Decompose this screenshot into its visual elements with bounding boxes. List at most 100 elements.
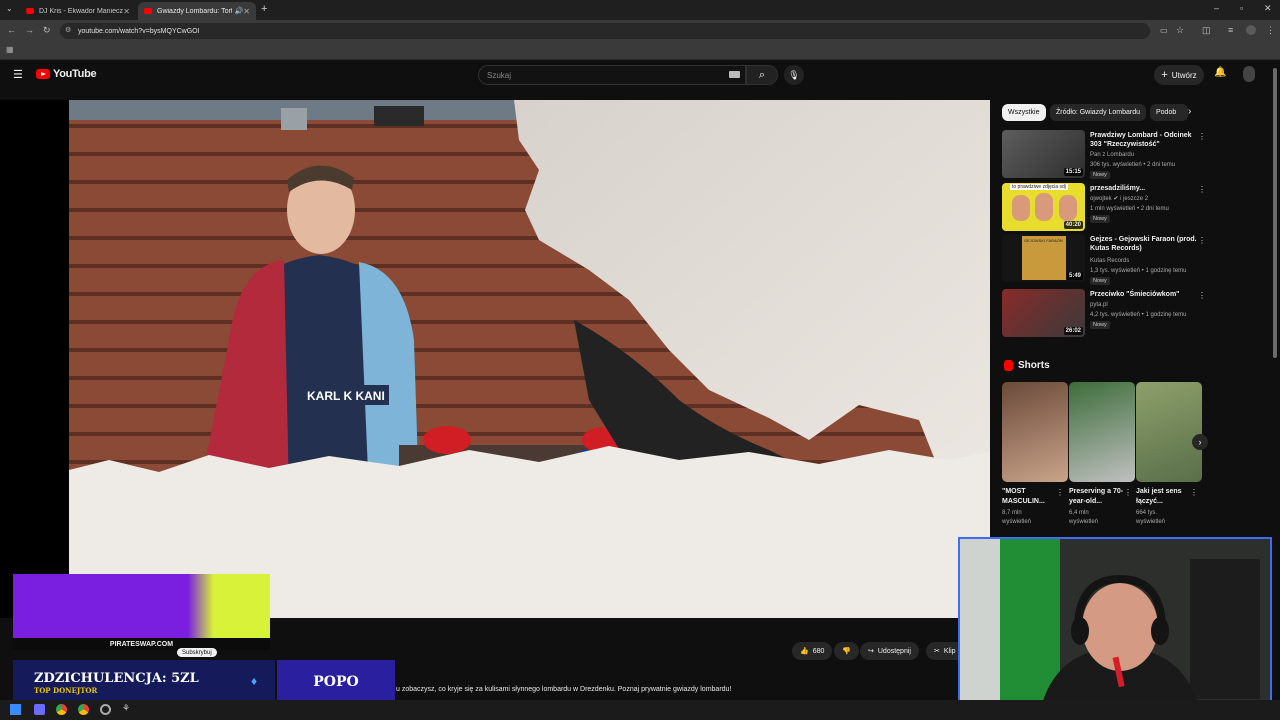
video-player[interactable]: KARL K KANI (0, 100, 990, 618)
obs-icon[interactable] (100, 704, 111, 715)
short-item[interactable]: Jaki jest sens łączyć... 664 tys. wyświe… (1136, 382, 1202, 527)
video-thumbnail[interactable]: 15:15 (1002, 130, 1085, 178)
video-thumbnail[interactable]: GEJOWSKI FARAON 5:49 (1002, 234, 1085, 282)
more-options-icon[interactable]: ⋮ (1056, 488, 1064, 497)
more-options-icon[interactable]: ⋮ (1198, 185, 1206, 194)
more-options-icon[interactable]: ⋮ (1198, 132, 1206, 141)
more-options-icon[interactable]: ⋮ (1198, 236, 1206, 245)
app-icon[interactable]: ⚘ (122, 703, 130, 714)
back-icon[interactable]: ← (7, 25, 16, 35)
tab-gwiazdy-lombardu[interactable]: Gwiazdy Lombardu: Tortili 🔊 ✕ (138, 2, 256, 20)
app-icon[interactable] (34, 704, 45, 715)
short-views-label: wyświetleń (1069, 519, 1099, 525)
logo-text: YouTube (53, 68, 97, 80)
scrollbar[interactable] (1272, 62, 1278, 682)
close-icon[interactable]: ✕ (243, 7, 250, 16)
channel-name[interactable]: Pan z Lombardu (1090, 151, 1202, 159)
more-options-icon[interactable]: ⋮ (1124, 488, 1132, 497)
short-views-label: wyświetleń (1136, 519, 1166, 525)
duration-badge: 40:20 (1063, 221, 1083, 229)
reload-icon[interactable]: ↻ (43, 25, 51, 36)
channel-extra: i jeszcze 2 (1120, 196, 1149, 202)
recommendation-title[interactable]: Gejzes - Gejowski Faraon (prod. Kutas Re… (1090, 235, 1198, 253)
shorts-next-button[interactable]: › (1192, 434, 1208, 450)
shorts-title: Shorts (1018, 360, 1050, 371)
keyboard-icon[interactable] (729, 71, 740, 78)
chip-similar[interactable]: Podob (1150, 104, 1188, 121)
short-item[interactable]: Preserving a 70-year-old... 6,4 mln wyśw… (1069, 382, 1135, 527)
verified-icon: ✔ (1113, 196, 1119, 202)
new-tab-button[interactable]: + (261, 3, 267, 15)
account-avatar[interactable] (1243, 66, 1255, 82)
notifications-bell-icon[interactable]: 🔔 (1214, 67, 1226, 78)
chip-source[interactable]: Źródło: Gwiazdy Lombardu (1050, 104, 1147, 121)
site-info-icon[interactable]: ⚙ (65, 26, 71, 34)
recommendation-title[interactable]: Prawdziwy Lombard - Odcinek 303 "Rzeczyw… (1090, 131, 1198, 149)
promo-overlay: PIRATESWAP.COM Subskrybuj (13, 574, 270, 657)
apps-grid-icon[interactable]: ▦ (6, 45, 14, 54)
recommendation-item[interactable]: 15:15 Prawdziwy Lombard - Odcinek 303 "R… (1002, 130, 1208, 180)
chrome-icon[interactable] (56, 704, 67, 715)
recommendation-item[interactable]: GEJOWSKI FARAON 5:49 Gejzes - Gejowski F… (1002, 234, 1208, 285)
bookmark-star-icon[interactable]: ☆ (1176, 25, 1184, 36)
search-button[interactable]: ⌕ (746, 65, 778, 85)
tab-list-icon[interactable]: ⌄ (6, 4, 13, 13)
short-title[interactable]: "MOST MASCULIN... (1002, 487, 1060, 507)
more-options-icon[interactable]: ⋮ (1190, 488, 1198, 497)
video-frame[interactable]: KARL K KANI (69, 100, 990, 618)
search-input[interactable]: Szukaj (478, 65, 746, 85)
extensions-icon[interactable]: ◫ (1202, 25, 1211, 36)
chrome-icon[interactable] (78, 704, 89, 715)
short-views-label: wyświetleń (1002, 519, 1032, 525)
microphone-icon: 🎙 (788, 69, 800, 80)
short-thumbnail[interactable] (1136, 382, 1202, 482)
short-views: 8,7 mln (1002, 510, 1022, 516)
video-description-snippet[interactable]: u zobaczysz, co kryje się za kulisami sł… (396, 686, 731, 693)
url-field[interactable]: ⚙ youtube.com/watch?v=bysMQYCwGOI ▭ ☆ (60, 23, 1184, 39)
tab-title: DJ Kris - Ekwador Manieczki | R (39, 7, 123, 15)
channel-name[interactable]: pyta.pl (1090, 301, 1202, 309)
more-options-icon[interactable]: ⋮ (1198, 291, 1206, 300)
video-thumbnail[interactable]: to prawdziwe zdjęcia sdj 40:20 (1002, 183, 1085, 231)
dislike-button[interactable]: 👎 (834, 642, 859, 660)
chevron-right-icon[interactable]: › (1188, 106, 1191, 117)
short-item[interactable]: "MOST MASCULIN... 8,7 mln wyświetleń (1002, 382, 1068, 527)
short-thumbnail[interactable] (1069, 382, 1135, 482)
profile-avatar[interactable] (1246, 25, 1256, 35)
recommendation-title[interactable]: Przeciwko "Śmieciówkom" (1090, 290, 1198, 299)
channel-name[interactable]: ojwojtek (1090, 196, 1112, 202)
minimize-icon[interactable]: – (1214, 3, 1219, 13)
cast-icon[interactable]: ▭ (1160, 26, 1168, 35)
recommendation-item[interactable]: 26:02 Przeciwko "Śmieciówkom" pyta.pl 4,… (1002, 289, 1208, 339)
media-controls-icon[interactable]: ≡ (1228, 25, 1233, 35)
create-button[interactable]: + Utwórz (1154, 65, 1204, 85)
recommendation-item[interactable]: to prawdziwe zdjęcia sdj 40:20 przesadzi… (1002, 183, 1208, 233)
chip-all[interactable]: Wszystkie (1002, 104, 1046, 121)
streamer-head (1082, 583, 1158, 671)
scrollbar-thumb[interactable] (1273, 68, 1277, 358)
short-title[interactable]: Jaki jest sens łączyć... (1136, 487, 1194, 507)
window-close-icon[interactable]: ✕ (1264, 3, 1272, 14)
start-menu-icon[interactable] (10, 704, 21, 715)
forward-icon[interactable]: → (25, 25, 34, 35)
maximize-icon[interactable]: ▫ (1240, 3, 1243, 13)
tab-dj-kris[interactable]: DJ Kris - Ekwador Manieczki | R ✕ (20, 2, 136, 20)
video-thumbnail[interactable]: 26:02 (1002, 289, 1085, 337)
like-button[interactable]: 👍 680 (792, 642, 833, 660)
audio-playing-icon[interactable]: 🔊 (235, 7, 244, 15)
short-thumbnail[interactable] (1002, 382, 1068, 482)
browser-menu-icon[interactable]: ⋮ (1266, 25, 1275, 36)
hamburger-menu-icon[interactable]: ☰ (13, 68, 23, 81)
url-text: youtube.com/watch?v=bysMQYCwGOI (78, 27, 200, 35)
share-button[interactable]: ↪ Udostępnij (860, 642, 919, 660)
channel-name[interactable]: Kutas Records (1090, 257, 1202, 265)
subscribe-button[interactable]: Subskrybuj (177, 648, 217, 657)
short-title[interactable]: Preserving a 70-year-old... (1069, 487, 1127, 507)
channel-line[interactable]: ojwojtek ✔ i jeszcze 2 (1090, 195, 1202, 203)
voice-search-button[interactable]: 🎙 (784, 65, 804, 85)
thumbnail-caption: to prawdziwe zdjęcia sdj (1010, 184, 1068, 190)
close-icon[interactable]: ✕ (123, 7, 130, 16)
youtube-logo[interactable]: YouTube (36, 68, 97, 80)
recommendation-title[interactable]: przesadziliśmy... (1090, 184, 1198, 193)
short-views: 6,4 mln (1069, 510, 1089, 516)
